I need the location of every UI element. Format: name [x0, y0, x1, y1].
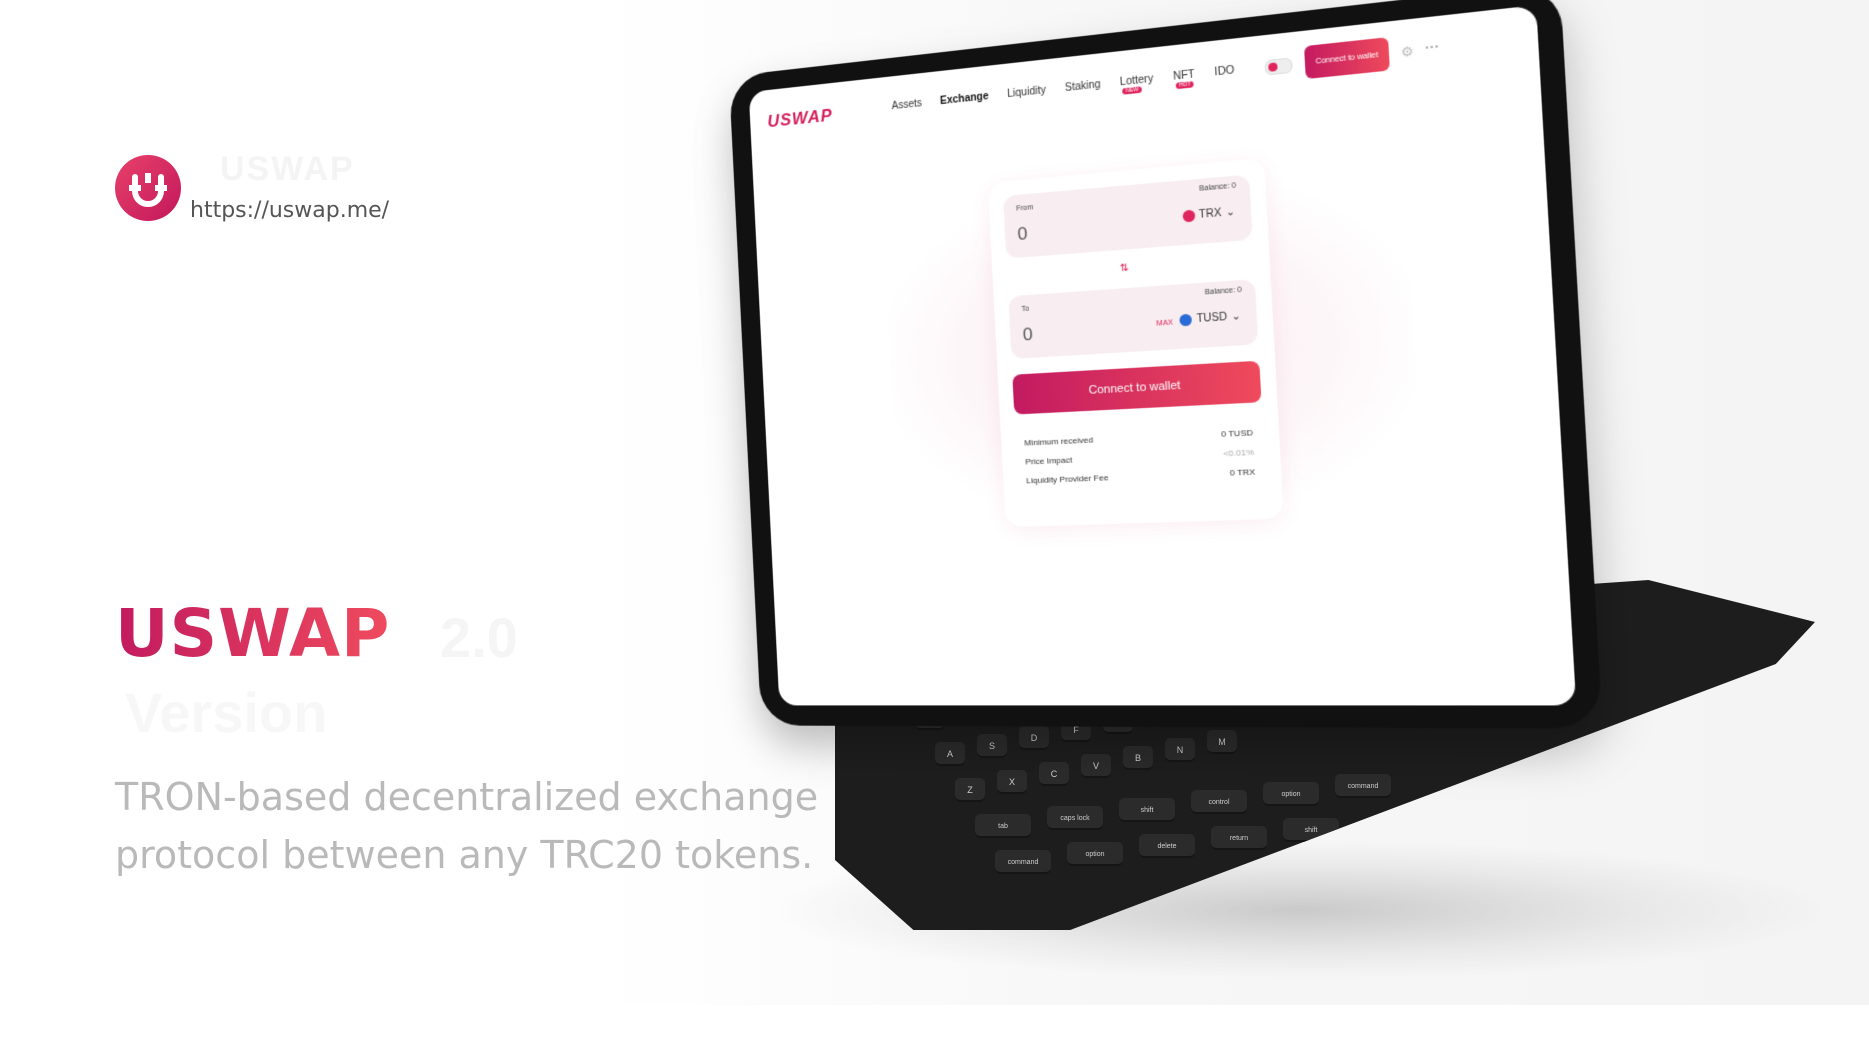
hero-version-label: Version	[125, 680, 327, 745]
swap-card: From Balance: 0 0 TRX ⌄ ⇅ To Balance: 0 …	[988, 158, 1284, 527]
keyboard-key: V	[1081, 754, 1111, 778]
tablet-screen: USWAP Assets Exchange Liquidity Staking …	[749, 5, 1576, 705]
keyboard-key: shift	[1119, 798, 1175, 822]
from-label: From	[1016, 204, 1034, 213]
keyboard-key: control	[1191, 790, 1247, 814]
keyboard-key: caps lock	[1047, 806, 1103, 830]
hero-description: TRON-based decentralized exchange protoc…	[115, 768, 855, 884]
uswap-logo-icon	[115, 155, 181, 221]
keyboard-key: M	[1207, 730, 1237, 754]
nav-exchange[interactable]: Exchange	[940, 91, 989, 107]
lp-fee-label: Liquidity Provider Fee	[1026, 473, 1109, 486]
chevron-down-icon: ⌄	[1231, 311, 1241, 324]
to-token-label: TUSD	[1196, 311, 1227, 325]
tusd-token-icon	[1180, 314, 1193, 327]
brand-url-link[interactable]: https://uswap.me/	[190, 198, 389, 223]
brand-name: USWAP	[220, 150, 355, 189]
minimum-received-label: Minimum received	[1024, 435, 1093, 448]
nav-staking[interactable]: Staking	[1065, 79, 1101, 94]
nav-connect-wallet-button[interactable]: Connect to wallet	[1304, 37, 1390, 79]
to-token-select[interactable]: TUSD ⌄	[1180, 311, 1242, 327]
swap-direction-icon[interactable]: ⇅	[1119, 262, 1129, 274]
nav-lottery[interactable]: Lottery NEW	[1120, 73, 1154, 88]
hero-version-number: 2.0	[440, 605, 518, 670]
keyboard-key: Z	[955, 778, 985, 802]
price-impact-row: Price Impact <0.01%	[1025, 447, 1254, 466]
keyboard-key: option	[1263, 782, 1319, 806]
nav-nft-badge: HOT	[1176, 81, 1195, 89]
to-panel: To Balance: 0 0 MAX TUSD ⌄	[1008, 279, 1258, 359]
lp-fee-value: 0 TRX	[1229, 467, 1255, 478]
tablet-device: USWAP Assets Exchange Liquidity Staking …	[729, 0, 1603, 729]
swap-connect-wallet-button[interactable]: Connect to wallet	[1012, 361, 1261, 415]
keyboard-key: command	[1335, 774, 1391, 798]
from-balance: Balance: 0	[1199, 182, 1236, 193]
trx-token-icon	[1182, 210, 1195, 223]
theme-toggle[interactable]	[1265, 57, 1293, 75]
from-panel: From Balance: 0 0 TRX ⌄	[1003, 174, 1253, 258]
keyboard-key: S	[977, 734, 1007, 758]
nav-liquidity[interactable]: Liquidity	[1007, 85, 1046, 101]
keyboard-key: A	[935, 742, 965, 766]
nav-links: Assets Exchange Liquidity Staking Lotter…	[891, 65, 1234, 113]
hero-title: USWAP	[115, 595, 390, 672]
keyboard-key: command	[995, 850, 1051, 874]
nav-lottery-badge: NEW	[1122, 86, 1142, 94]
price-impact-label: Price Impact	[1025, 455, 1072, 466]
price-impact-value: <0.01%	[1223, 447, 1254, 458]
to-amount-input[interactable]: 0	[1022, 324, 1033, 346]
to-balance: Balance: 0	[1205, 286, 1243, 296]
keyboard-key: D	[1019, 726, 1049, 750]
keyboard-key: B	[1123, 746, 1153, 770]
nav-assets[interactable]: Assets	[891, 98, 922, 112]
keyboard-key: C	[1039, 762, 1069, 786]
nav-ido[interactable]: IDO	[1214, 65, 1235, 79]
from-amount-input[interactable]: 0	[1017, 223, 1028, 245]
keyboard-key: return	[1211, 826, 1267, 850]
to-label: To	[1021, 305, 1029, 313]
chevron-down-icon: ⌄	[1226, 206, 1236, 219]
nav-nft[interactable]: NFT HOT	[1173, 69, 1195, 83]
keyboard-key: delete	[1139, 834, 1195, 858]
app-logo[interactable]: USWAP	[767, 105, 833, 132]
keyboard-key: X	[997, 770, 1027, 794]
settings-gear-icon[interactable]: ⚙	[1400, 43, 1414, 60]
max-button[interactable]: MAX	[1156, 319, 1173, 328]
keyboard-key: N	[1165, 738, 1195, 762]
from-token-label: TRX	[1199, 207, 1222, 221]
from-token-select[interactable]: TRX ⌄	[1182, 206, 1236, 222]
lp-fee-row: Liquidity Provider Fee 0 TRX	[1026, 467, 1255, 485]
keyboard-key: option	[1067, 842, 1123, 866]
minimum-received-row: Minimum received 0 TUSD	[1024, 428, 1253, 448]
more-menu-icon[interactable]: ⋯	[1424, 38, 1439, 55]
keyboard-key: tab	[975, 814, 1031, 838]
minimum-received-value: 0 TUSD	[1221, 428, 1253, 439]
